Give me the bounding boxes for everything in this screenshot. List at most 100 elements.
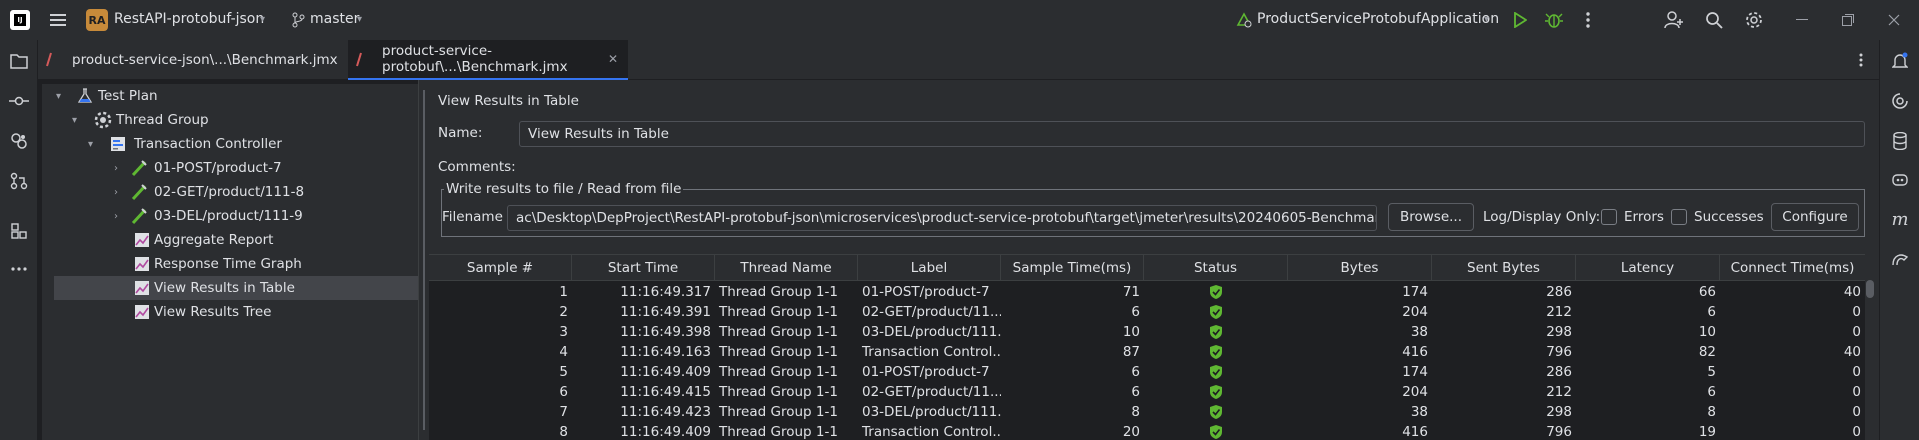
tree-item-label: Test Plan: [98, 88, 158, 104]
tree-item-label: View Results Tree: [154, 304, 272, 320]
settings-gear-icon[interactable]: [1744, 10, 1764, 30]
tree-item-sampler[interactable]: › 03-DEL/product/111-9: [42, 204, 418, 228]
run-icon[interactable]: [1510, 10, 1530, 30]
search-icon[interactable]: [1704, 10, 1724, 30]
debug-icon[interactable]: [1544, 10, 1564, 30]
tree-item-transaction-controller[interactable]: ▾ Transaction Controller: [42, 132, 418, 156]
tree-item-sampler[interactable]: › 01-POST/product-7: [42, 156, 418, 180]
run-config-icon: [1234, 10, 1254, 30]
run-config-name[interactable]: ProductServiceProtobufApplication: [1257, 11, 1499, 27]
tree-item-listener[interactable]: Aggregate Report: [42, 228, 418, 252]
column-header[interactable]: Thread Name: [715, 255, 858, 281]
table-row[interactable]: 1 11:16:49.317 Thread Group 1-1 01-POST/pro…: [429, 282, 1865, 302]
tree-item-test-plan[interactable]: ▾ Test Plan: [42, 84, 418, 108]
tree-item-listener-selected[interactable]: View Results in Table: [54, 276, 418, 300]
table-cell: 204: [1402, 304, 1428, 320]
chevron-right-icon[interactable]: ›: [114, 211, 118, 222]
table-cell: 0: [1852, 324, 1861, 340]
project-badge[interactable]: RA: [86, 9, 108, 31]
table-cell: Thread Group 1-1: [719, 384, 838, 400]
app-logo[interactable]: IJ: [10, 10, 30, 30]
restore-icon[interactable]: [1838, 10, 1858, 30]
log-display-label: Log/Display Only:: [1483, 209, 1601, 225]
branch-name[interactable]: master: [310, 11, 359, 27]
table-cell: 6: [1131, 364, 1140, 380]
chevron-down-icon[interactable]: ▾: [357, 14, 362, 25]
table-row[interactable]: 2 11:16:49.391 Thread Group 1-1 02-GET/prod…: [429, 302, 1865, 322]
chevron-right-icon[interactable]: ›: [114, 163, 118, 174]
column-header[interactable]: Status: [1144, 255, 1288, 281]
panel-splitter[interactable]: [418, 80, 428, 440]
table-scrollbar[interactable]: [1866, 280, 1874, 298]
tree-item-listener[interactable]: View Results Tree: [42, 300, 418, 324]
table-header: Sample # Start Time Thread Name Label Sa…: [429, 255, 1865, 281]
notifications-icon[interactable]: [1889, 50, 1911, 72]
table-cell: 19: [1698, 424, 1716, 440]
title-bar: IJ RA RestAPI-protobuf-json ▾ master ▾ P…: [0, 0, 1919, 40]
add-user-icon[interactable]: [1664, 10, 1684, 30]
structure-icon[interactable]: [8, 220, 30, 242]
tab-product-service-json[interactable]: product-service-json\...\Benchmark.jmx: [38, 40, 348, 80]
column-header[interactable]: Sent Bytes: [1432, 255, 1576, 281]
column-header[interactable]: Connect Time(ms): [1720, 255, 1865, 281]
gradle-icon[interactable]: [1889, 248, 1911, 270]
table-cell: 174: [1402, 284, 1428, 300]
close-window-icon[interactable]: [1884, 10, 1904, 30]
chevron-down-icon[interactable]: ▾: [260, 14, 265, 25]
minimize-icon[interactable]: [1792, 10, 1812, 30]
table-cell: 2: [559, 304, 568, 320]
tree-item-listener[interactable]: Response Time Graph: [42, 252, 418, 276]
chevron-down-icon[interactable]: ▾: [72, 115, 77, 126]
table-cell: 02-GET/product/11...: [862, 304, 1001, 320]
table-cell: 11:16:49.409: [620, 424, 711, 440]
tree-item-label: Aggregate Report: [154, 232, 274, 248]
chevron-down-icon[interactable]: ▾: [56, 91, 61, 102]
copilot-icon[interactable]: [1889, 168, 1911, 190]
more-vertical-icon[interactable]: [1578, 10, 1598, 30]
listener-icon: [135, 281, 149, 295]
database-icon[interactable]: [1889, 130, 1911, 152]
sampler-icon: [131, 184, 147, 201]
column-header[interactable]: Label: [858, 255, 1001, 281]
filename-field[interactable]: ac\Desktop\DepProject\RestAPI-protobuf-j…: [507, 205, 1377, 231]
chevron-right-icon[interactable]: ›: [114, 187, 118, 198]
project-name[interactable]: RestAPI-protobuf-json: [114, 11, 264, 27]
column-header[interactable]: Sample #: [429, 255, 572, 281]
status-success-icon: [1144, 422, 1288, 440]
main-menu-icon[interactable]: [48, 10, 68, 30]
chevron-down-icon[interactable]: ▾: [88, 139, 93, 150]
chevron-down-icon[interactable]: ▾: [1484, 14, 1489, 25]
ai-assistant-icon[interactable]: [1889, 90, 1911, 112]
table-cell: Thread Group 1-1: [719, 424, 838, 440]
name-field[interactable]: View Results in Table: [519, 121, 1865, 147]
folder-icon[interactable]: [8, 50, 30, 72]
table-row[interactable]: 6 11:16:49.415 Thread Group 1-1 02-GET/prod…: [429, 382, 1865, 402]
table-row[interactable]: 4 11:16:49.163 Thread Group 1-1 Transaction…: [429, 342, 1865, 362]
more-horizontal-icon[interactable]: [8, 258, 30, 280]
errors-checkbox[interactable]: [1601, 209, 1617, 225]
table-cell: 1: [559, 284, 568, 300]
column-header[interactable]: Sample Time(ms): [1001, 255, 1144, 281]
tab-product-service-protobuf[interactable]: product-service-protobuf\...\Benchmark.j…: [348, 40, 628, 80]
commit-icon[interactable]: [8, 90, 30, 112]
branch-icon: [288, 10, 308, 30]
successes-checkbox[interactable]: [1671, 209, 1687, 225]
column-header[interactable]: Start Time: [572, 255, 715, 281]
maven-icon[interactable]: m: [1889, 208, 1911, 230]
configure-button[interactable]: Configure: [1771, 203, 1859, 231]
browse-button[interactable]: Browse...: [1388, 203, 1474, 231]
column-header[interactable]: Bytes: [1288, 255, 1432, 281]
table-row[interactable]: 8 11:16:49.409 Thread Group 1-1 Transaction…: [429, 422, 1865, 440]
table-row[interactable]: 7 11:16:49.423 Thread Group 1-1 03-DEL/prod…: [429, 402, 1865, 422]
more-vertical-icon[interactable]: [1850, 49, 1872, 71]
column-header[interactable]: Latency: [1576, 255, 1720, 281]
close-tab-icon[interactable]: ✕: [608, 52, 618, 66]
plugins-icon[interactable]: [8, 130, 30, 152]
table-cell: Thread Group 1-1: [719, 324, 838, 340]
pull-request-icon[interactable]: [8, 170, 30, 192]
tree-item-thread-group[interactable]: ▾ Thread Group: [42, 108, 418, 132]
table-row[interactable]: 3 11:16:49.398 Thread Group 1-1 03-DEL/prod…: [429, 322, 1865, 342]
tree-item-sampler[interactable]: › 02-GET/product/111-8: [42, 180, 418, 204]
table-cell: 0: [1852, 404, 1861, 420]
table-row[interactable]: 5 11:16:49.409 Thread Group 1-1 01-POST/pro…: [429, 362, 1865, 382]
